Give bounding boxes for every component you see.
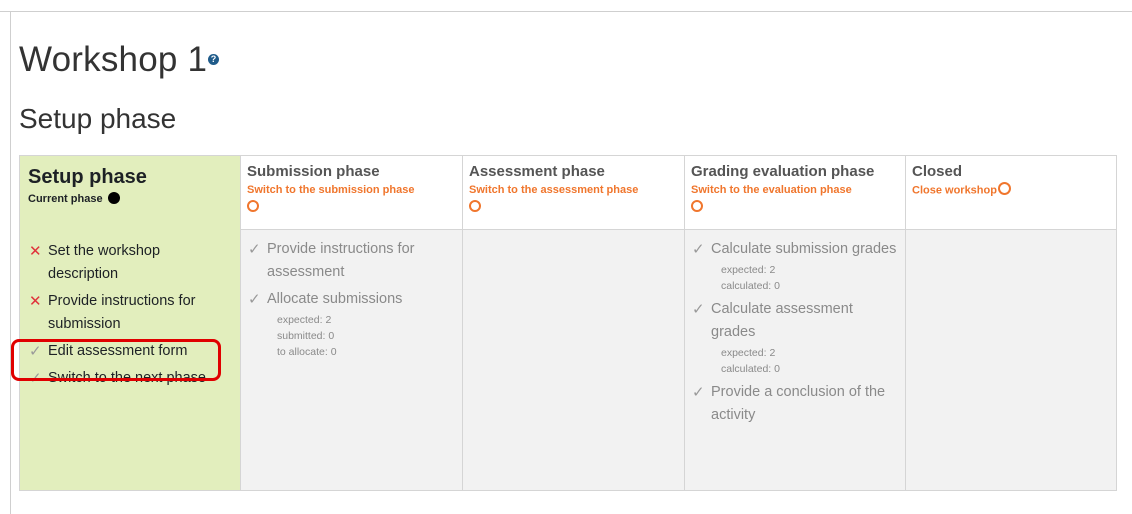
help-icon[interactable]: ? — [208, 54, 220, 66]
phase-submission: Submission phase Switch to the submissio… — [241, 156, 463, 490]
task-provide-assessment-instructions[interactable]: ✓ Provide instructions for assessment — [247, 238, 456, 284]
phase-submission-title: Submission phase — [247, 163, 380, 180]
frame-left-border — [10, 11, 11, 514]
task-label: Switch to the next phase — [48, 370, 206, 386]
switch-to-assessment-link[interactable]: Switch to the assessment phase — [469, 184, 679, 196]
task-check-icon: ✓ — [692, 241, 705, 258]
phase-grading-evaluation: Grading evaluation phase Switch to the e… — [685, 156, 906, 490]
switch-to-submission-ring-icon[interactable] — [247, 200, 259, 213]
user-plan-table: Setup phase Current phase ✕ Set the works… — [19, 155, 1117, 491]
detail-calculated: calculated: 0 — [721, 280, 780, 292]
close-workshop-ring-icon[interactable] — [997, 182, 1011, 195]
phase-closed-header: Closed Close workshop — [906, 156, 1116, 230]
detail-calculated: calculated: 0 — [721, 363, 780, 375]
task-incomplete-x-icon: ✕ — [29, 293, 42, 310]
task-label: Calculate submission grades — [711, 241, 897, 257]
task-check-icon: ✓ — [29, 343, 42, 360]
task-details: expected: 2 calculated: 0 — [721, 262, 899, 294]
frame-top-border — [0, 11, 1132, 12]
task-check-icon: ✓ — [692, 384, 705, 401]
page-title: Workshop 1? — [19, 40, 220, 80]
detail-expected: expected: 2 — [277, 314, 332, 326]
switch-to-submission-link[interactable]: Switch to the submission phase — [247, 184, 457, 196]
task-check-icon: ✓ — [29, 370, 42, 387]
phase-setup-tasks: ✕ Set the workshop description ✕ Provide i… — [20, 230, 240, 490]
current-phase-indicator: Current phase — [28, 192, 234, 205]
close-workshop-label[interactable]: Close workshop — [912, 184, 997, 196]
task-label: Allocate submissions — [267, 291, 403, 307]
phase-setup-title: Setup phase — [28, 166, 147, 188]
detail-submitted: submitted: 0 — [277, 330, 335, 342]
phase-assessment-header: Assessment phase Switch to the assessmen… — [463, 156, 684, 230]
task-label: Provide a conclusion of the activity — [711, 384, 886, 423]
phase-setup-header: Setup phase Current phase — [20, 156, 240, 230]
task-switch-next-phase[interactable]: ✓ Switch to the next phase — [28, 367, 234, 390]
phase-grading-evaluation-title: Grading evaluation phase — [691, 163, 875, 180]
task-provide-submission-instructions[interactable]: ✕ Provide instructions for submission — [28, 290, 234, 336]
phase-assessment-title: Assessment phase — [469, 163, 605, 180]
task-check-icon: ✓ — [692, 301, 705, 318]
current-phase-dot-icon — [107, 192, 120, 205]
close-workshop-link[interactable]: Close workshop — [912, 182, 1111, 197]
task-incomplete-x-icon: ✕ — [29, 243, 42, 260]
current-phase-label: Current phase — [28, 193, 103, 205]
task-label: Provide instructions for submission — [48, 293, 196, 332]
phase-setup: Setup phase Current phase ✕ Set the works… — [20, 156, 241, 490]
task-label: Calculate assessment grades — [711, 301, 853, 340]
task-details: expected: 2 submitted: 0 to allocate: 0 — [277, 312, 456, 360]
task-check-icon: ✓ — [248, 241, 261, 258]
task-label: Provide instructions for assessment — [267, 241, 415, 280]
phase-grading-evaluation-tasks: ✓ Calculate submission grades expected: 2… — [685, 230, 905, 490]
phase-closed-tasks — [906, 230, 1116, 490]
task-calculate-submission-grades[interactable]: ✓ Calculate submission grades expected: 2… — [691, 238, 899, 294]
detail-expected: expected: 2 — [721, 264, 776, 276]
phase-closed: Closed Close workshop — [906, 156, 1116, 490]
detail-to-allocate: to allocate: 0 — [277, 346, 337, 358]
task-check-icon: ✓ — [248, 291, 261, 308]
task-provide-conclusion[interactable]: ✓ Provide a conclusion of the activity — [691, 381, 899, 427]
phase-submission-tasks: ✓ Provide instructions for assessment ✓ Al… — [241, 230, 462, 490]
detail-expected: expected: 2 — [721, 347, 776, 359]
page-subtitle: Setup phase — [19, 103, 177, 134]
task-calculate-assessment-grades[interactable]: ✓ Calculate assessment grades expected: 2… — [691, 298, 899, 377]
switch-to-evaluation-ring-icon[interactable] — [691, 200, 703, 213]
task-label: Edit assessment form — [48, 343, 188, 359]
page-title-text: Workshop 1 — [19, 40, 208, 79]
task-details: expected: 2 calculated: 0 — [721, 345, 899, 377]
phase-grading-evaluation-header: Grading evaluation phase Switch to the e… — [685, 156, 905, 230]
phase-assessment: Assessment phase Switch to the assessmen… — [463, 156, 685, 490]
phase-submission-header: Submission phase Switch to the submissio… — [241, 156, 462, 230]
task-set-description[interactable]: ✕ Set the workshop description — [28, 240, 234, 286]
switch-to-evaluation-link[interactable]: Switch to the evaluation phase — [691, 184, 900, 196]
task-edit-assessment-form[interactable]: ✓ Edit assessment form — [28, 340, 234, 363]
task-label: Set the workshop description — [48, 243, 161, 282]
task-allocate-submissions[interactable]: ✓ Allocate submissions expected: 2 submit… — [247, 288, 456, 360]
switch-to-assessment-ring-icon[interactable] — [469, 200, 481, 213]
phase-closed-title: Closed — [912, 163, 963, 180]
phase-assessment-tasks — [463, 230, 684, 490]
